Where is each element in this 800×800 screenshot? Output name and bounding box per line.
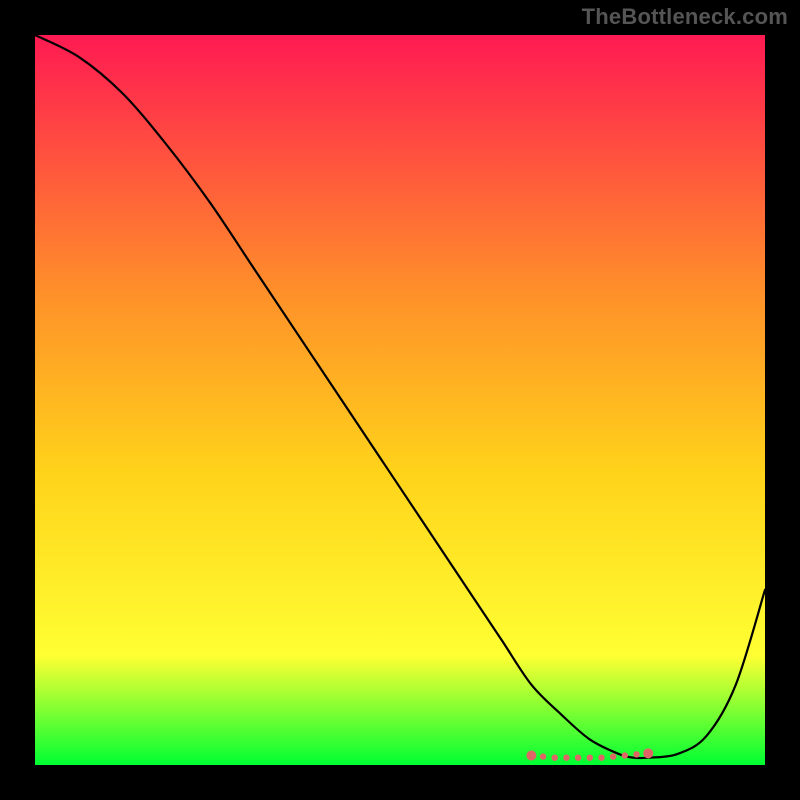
watermark-text: TheBottleneck.com — [582, 4, 788, 30]
bottleneck-plot-svg — [35, 35, 765, 765]
highlight-dot — [526, 751, 536, 761]
chart-frame: TheBottleneck.com — [0, 0, 800, 800]
highlight-dot — [598, 755, 604, 761]
highlight-dot — [633, 751, 639, 757]
highlight-dot — [587, 755, 593, 761]
highlight-dot — [575, 755, 581, 761]
highlight-dot — [610, 753, 616, 759]
bottleneck-plot — [35, 35, 765, 765]
highlight-dot — [622, 752, 628, 758]
gradient-background — [35, 35, 765, 765]
highlight-dot — [552, 755, 558, 761]
highlight-dot — [540, 753, 546, 759]
highlight-dot — [643, 748, 653, 758]
highlight-dot — [563, 755, 569, 761]
